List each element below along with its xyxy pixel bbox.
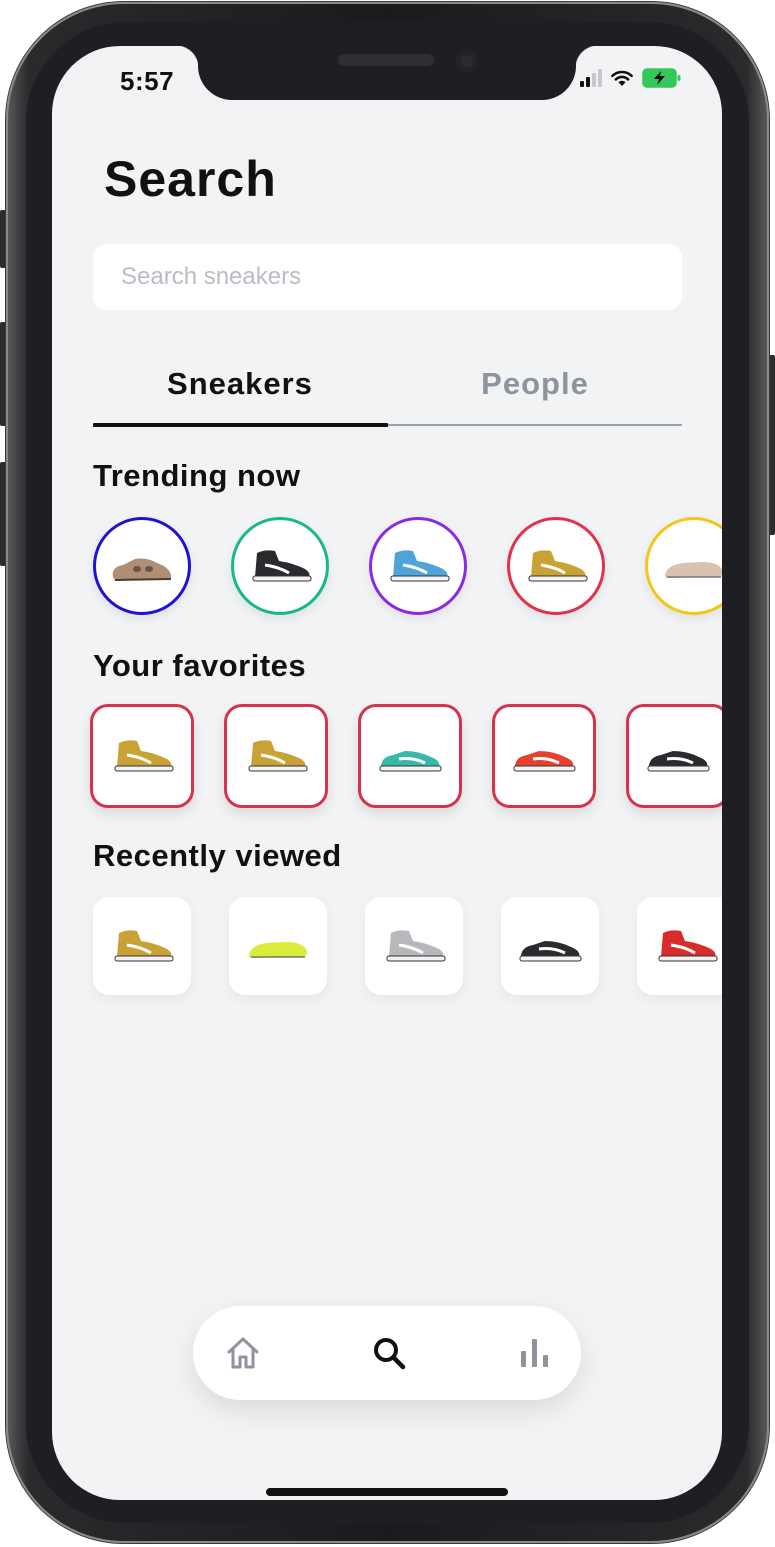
favorite-item[interactable] [492,704,596,808]
sneaker-icon [658,930,718,962]
sneaker-icon [390,550,450,582]
favorite-item[interactable] [358,704,462,808]
sneaker-icon [248,740,308,772]
status-icons [580,68,682,88]
sneaker-icon [513,751,576,772]
recent-item[interactable] [229,897,327,995]
notch [176,46,598,100]
home-icon [227,1337,259,1369]
nav-stats-button[interactable] [511,1329,559,1377]
bottom-nav [193,1306,581,1400]
favorite-item[interactable] [90,704,194,808]
trending-list [93,517,722,615]
favorite-item[interactable] [626,704,722,808]
status-time: 5:57 [120,66,175,96]
favorites-title: Your favorites [93,648,307,683]
recent-title: Recently viewed [93,838,342,873]
recent-list [93,897,722,995]
sneaker-icon [528,550,588,582]
recent-item[interactable] [93,897,191,995]
sneaker-icon [379,751,442,772]
trending-title: Trending now [93,458,301,493]
app-screen: 5:57 Search Sneakers People Trending now… [52,46,722,1500]
sneaker-icon [114,930,174,962]
slide-icon [664,562,722,578]
slide-icon [248,942,307,958]
front-camera [456,50,478,72]
wifi-icon [611,70,633,86]
recent-item[interactable] [365,897,463,995]
tab-people[interactable]: People [388,358,682,424]
cellular-signal-icon [580,69,602,87]
search-input[interactable] [93,244,682,310]
nav-search-button[interactable] [365,1329,413,1377]
battery-charging-icon [642,68,681,88]
favorites-list [90,704,722,808]
power-button [769,355,775,535]
recent-item[interactable] [637,897,722,995]
trending-item[interactable] [231,517,329,615]
sneaker-icon [252,550,312,582]
page-title: Search [104,151,277,207]
nav-home-button[interactable] [219,1329,267,1377]
speaker-grille [338,54,434,66]
search-tabs: Sneakers People [93,358,682,427]
recent-item[interactable] [501,897,599,995]
sneaker-icon [386,930,446,962]
tab-sneakers[interactable]: Sneakers [93,358,387,424]
trending-item[interactable] [93,517,191,615]
trending-item[interactable] [369,517,467,615]
sneaker-icon [647,751,710,772]
stats-icon [521,1339,548,1367]
sneaker-icon [112,558,172,581]
search-icon [374,1338,406,1370]
home-indicator[interactable] [266,1488,508,1496]
favorite-item[interactable] [224,704,328,808]
trending-item[interactable] [645,517,722,615]
sneaker-icon [519,941,582,962]
tab-active-indicator [93,423,388,427]
trending-item[interactable] [507,517,605,615]
sneaker-icon [114,740,174,772]
